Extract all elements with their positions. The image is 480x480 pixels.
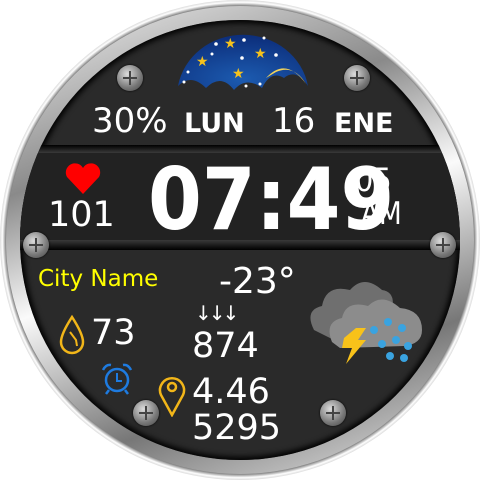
time-seconds: 05 [355, 161, 392, 199]
time-ampm: AM [361, 196, 402, 232]
steps-value: 5295 [192, 408, 282, 448]
day: 16 [272, 101, 316, 141]
humidity-value: 73 [91, 313, 136, 353]
location-pin-icon [158, 377, 186, 417]
month: ENE [334, 108, 394, 139]
screw-icon [344, 65, 370, 91]
temperature: -23° [219, 261, 296, 302]
moon-phase-icon: ★ ★ ★ ★ [178, 34, 308, 90]
weekday: LUN [184, 108, 245, 139]
distance-value: 4.46 [192, 372, 270, 412]
pressure-value: 874 [192, 326, 259, 366]
svg-text:★: ★ [254, 46, 267, 62]
screw-icon [23, 232, 49, 258]
humidity-drop-icon [59, 314, 85, 355]
svg-text:★: ★ [196, 54, 209, 70]
thunderstorm-rain-icon [310, 282, 422, 364]
city-name: City Name [38, 266, 159, 292]
screw-icon [320, 400, 346, 426]
pressure-arrows-icon: ↓↓↓ [195, 301, 239, 325]
screw-icon [133, 400, 159, 426]
alarm-clock-icon[interactable] [100, 362, 134, 396]
screw-icon [117, 65, 143, 91]
svg-text:★: ★ [232, 66, 245, 82]
battery-percent: 30% [92, 101, 168, 141]
heart-rate: 101 [48, 195, 115, 235]
svg-text:★: ★ [224, 36, 237, 52]
heart-icon [65, 163, 101, 194]
screw-icon [430, 232, 456, 258]
